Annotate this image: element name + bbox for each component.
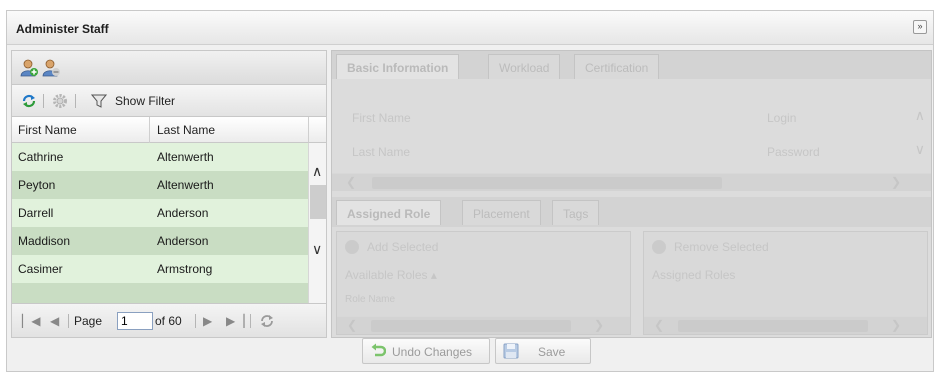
password-label: Password — [767, 145, 820, 159]
role-name-label: Role Name — [345, 294, 396, 305]
first-name-label: First Name — [352, 111, 411, 125]
save-button[interactable]: Save — [495, 338, 591, 364]
scroll-right-icon: ❯ — [890, 318, 901, 332]
scroll-thumb[interactable] — [310, 185, 326, 219]
cell-last-name: Anderson — [157, 206, 209, 220]
page-number-input[interactable] — [117, 312, 153, 330]
staff-list-pane: Show Filter First Name Last Name Cathrin… — [11, 50, 327, 338]
cell-last-name: Armstrong — [157, 262, 213, 276]
table-row-partial[interactable] — [12, 283, 308, 303]
available-roles-header[interactable]: Available Roles ▴ — [345, 268, 437, 282]
administer-staff-window: Administer Staff » Show Filter First Nam… — [6, 10, 934, 372]
pager-separator — [250, 314, 251, 328]
page-label: Page — [74, 314, 103, 328]
scroll-down-icon: ∨ — [914, 141, 925, 157]
cell-first-name: Maddison — [18, 234, 71, 248]
grid-vertical-scrollbar[interactable]: ∧ ∨ — [308, 143, 326, 303]
pager-bar: ▏◀ ◀ Page of 60 ▶ ▶▕ — [12, 303, 326, 337]
tab-assigned-role[interactable]: Assigned Role — [336, 200, 442, 225]
window-header: Administer Staff » — [7, 11, 933, 45]
save-label: Save — [538, 345, 566, 359]
previous-page-icon[interactable]: ◀ — [50, 314, 59, 328]
refresh-icon[interactable] — [21, 93, 37, 109]
detail-tabbar: Basic Information Workload Certification — [332, 51, 931, 79]
cell-first-name: Cathrine — [18, 150, 64, 164]
assigned-roles-panel: Remove Selected Assigned Roles ❮ ❯ — [643, 231, 928, 335]
show-filter-button[interactable]: Show Filter — [115, 94, 175, 108]
add-user-icon[interactable] — [20, 59, 38, 77]
table-row[interactable]: Maddison Anderson — [12, 227, 308, 255]
staff-detail-pane: Basic Information Workload Certification… — [331, 50, 932, 338]
user-actions-bar — [12, 51, 326, 85]
available-roles-panel: Add Selected Available Roles ▴ Role Name… — [336, 231, 631, 335]
undo-changes-label: Undo Changes — [392, 345, 473, 359]
pager-separator — [195, 314, 196, 328]
scroll-left-icon: ❮ — [654, 318, 665, 332]
page-count: of 60 — [155, 314, 182, 328]
role-tabbar: Assigned Role Placement Tags — [332, 197, 931, 227]
scroll-right-icon: ❯ — [890, 175, 901, 189]
login-label: Login — [767, 111, 797, 125]
scroll-left-icon: ❮ — [346, 175, 357, 189]
grid-toolbar: Show Filter — [12, 85, 326, 117]
refresh-icon[interactable] — [259, 313, 275, 329]
column-header-last-name[interactable]: Last Name — [157, 123, 215, 137]
toolbar-separator — [43, 94, 44, 108]
available-roles-scrollbar: ❮ ❯ — [337, 316, 630, 334]
table-row[interactable]: Casimer Armstrong — [12, 255, 308, 283]
scroll-up-icon: ∧ — [914, 107, 925, 123]
scroll-left-icon: ❮ — [347, 318, 358, 332]
detail-horizontal-scrollbar: ❮ ❯ — [332, 173, 931, 191]
cell-first-name: Peyton — [18, 178, 56, 192]
remove-selected-button[interactable]: Remove Selected — [674, 240, 769, 254]
pager-separator — [68, 314, 69, 328]
first-page-icon[interactable]: ▏◀ — [22, 314, 40, 328]
toolbar-separator — [75, 94, 76, 108]
cell-first-name: Casimer — [18, 262, 63, 276]
scroll-right-icon: ❯ — [593, 318, 604, 332]
tab-tags[interactable]: Tags — [552, 200, 600, 225]
tab-placement[interactable]: Placement — [462, 200, 541, 225]
grid-header-corner — [308, 117, 326, 143]
scroll-thumb — [371, 320, 571, 332]
funnel-icon[interactable] — [91, 93, 107, 109]
remove-icon — [652, 240, 666, 254]
assigned-roles-scrollbar: ❮ ❯ — [644, 316, 927, 334]
tab-certification[interactable]: Certification — [574, 54, 660, 79]
undo-changes-button[interactable]: Undo Changes — [362, 338, 490, 364]
add-icon — [345, 240, 359, 254]
scroll-thumb — [678, 320, 868, 332]
assigned-roles-header[interactable]: Assigned Roles — [652, 268, 735, 282]
scroll-down-icon[interactable]: ∨ — [312, 241, 322, 258]
undo-icon — [371, 343, 386, 357]
gear-icon[interactable] — [52, 93, 68, 109]
last-name-label: Last Name — [352, 145, 411, 159]
cell-last-name: Altenwerth — [157, 150, 214, 164]
staff-grid-body: Cathrine Altenwerth Peyton Altenwerth Da… — [12, 143, 308, 303]
remove-user-icon[interactable] — [42, 59, 60, 77]
cell-first-name: Darrell — [18, 206, 54, 220]
table-row[interactable]: Peyton Altenwerth — [12, 171, 308, 199]
last-page-icon[interactable]: ▶▕ — [226, 314, 244, 328]
cell-last-name: Altenwerth — [157, 178, 214, 192]
next-page-icon[interactable]: ▶ — [203, 314, 212, 328]
save-icon — [503, 343, 519, 359]
column-header-first-name[interactable]: First Name — [18, 123, 77, 137]
window-title: Administer Staff — [16, 22, 109, 36]
table-row[interactable]: Darrell Anderson — [12, 199, 308, 227]
column-divider[interactable] — [149, 117, 150, 143]
grid-header: First Name Last Name — [12, 117, 308, 143]
tab-workload[interactable]: Workload — [488, 54, 561, 79]
scroll-up-icon[interactable]: ∧ — [312, 163, 322, 180]
table-row[interactable]: Cathrine Altenwerth — [12, 143, 308, 171]
tab-basic-information[interactable]: Basic Information — [336, 54, 460, 79]
add-selected-button[interactable]: Add Selected — [367, 240, 438, 254]
scroll-thumb — [372, 177, 722, 189]
cell-last-name: Anderson — [157, 234, 209, 248]
collapse-icon[interactable]: » — [913, 20, 927, 34]
